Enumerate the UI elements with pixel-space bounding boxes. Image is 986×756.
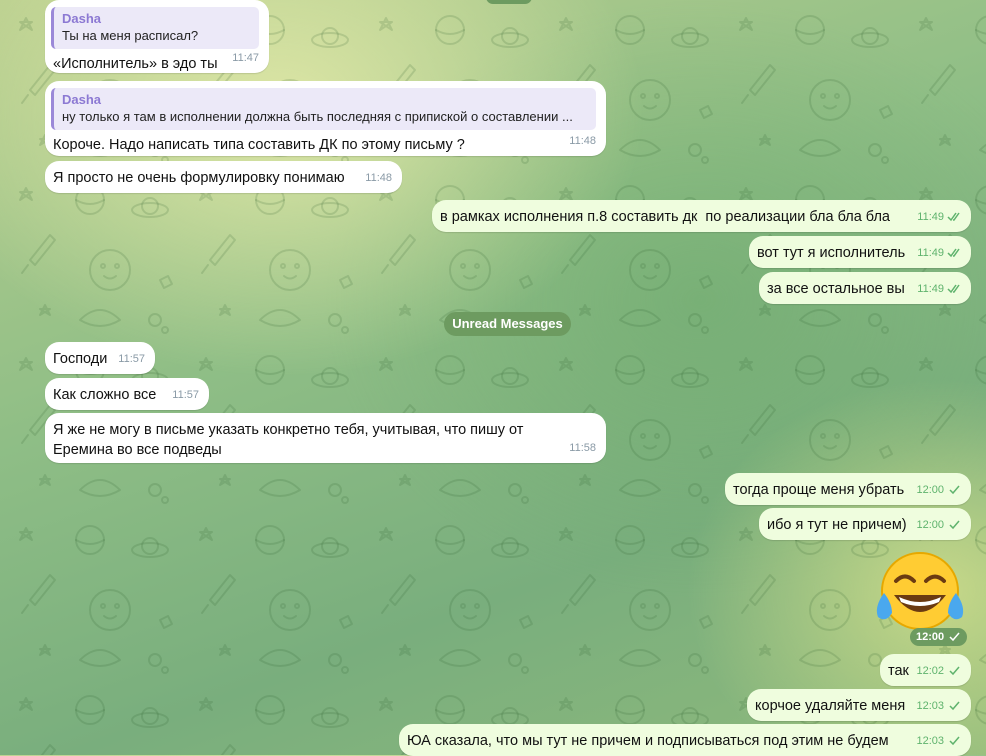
single-check-icon [949,485,960,495]
reply-author: Dasha [62,11,102,26]
message-text: «Исполнитель» в эдо ты [53,56,218,72]
message-time: 12:02 [916,665,944,677]
message-time: 11:57 [118,353,145,365]
reply-quote[interactable]: Dasha ну только я там в исполнении должн… [51,88,596,130]
double-check-icon [947,212,960,222]
message-text: ЮА сказала, что мы тут не причем и подпи… [407,733,889,749]
message-bubble[interactable]: в рамках исполнения п.8 составить дк по … [432,200,971,232]
message-time: 12:03 [916,735,944,747]
emoji-message-time: 12:00 [910,628,968,646]
reply-author: Dasha [62,92,102,107]
message-time: 11:49 [917,283,944,295]
reply-text: ну только я там в исполнении должна быть… [62,109,573,124]
message-text: Я же не могу в письме указать конкретно … [53,422,524,458]
single-check-icon [949,632,960,642]
single-check-icon [949,701,960,711]
message-time: 11:49 [917,211,944,223]
message-bubble[interactable]: корчое удаляйте меня 12:03 [747,689,971,721]
message-bubble[interactable]: вот тут я исполнитель 11:49 [749,236,971,268]
reply-quote[interactable]: Dasha Ты на меня расписал? [51,7,259,49]
reply-text: Ты на меня расписал? [62,28,199,43]
message-bubble[interactable]: за все остальное вы 11:49 [759,272,971,304]
face-with-tears-of-joy-emoji [876,552,964,630]
message-bubble[interactable]: тогда проще меня убрать 12:00 [725,473,971,505]
message-time: 11:58 [569,442,596,454]
message-time: 11:57 [172,389,199,401]
message-text: Короче. Надо написать типа составить ДК … [53,137,465,153]
message-bubble[interactable]: Dasha ну только я там в исполнении должн… [45,81,606,156]
date-pill [486,0,532,4]
single-check-icon [949,736,960,746]
unread-messages-divider: Unread Messages [444,312,571,336]
message-bubble[interactable]: Господи 11:57 [45,342,155,374]
message-time: 11:49 [917,247,944,259]
message-bubble[interactable]: ибо я тут не причем) 12:00 [759,508,971,540]
double-check-icon [947,284,960,294]
message-text: в рамках исполнения п.8 составить дк по … [440,209,890,225]
double-check-icon [947,248,960,258]
message-time: 12:00 [916,519,944,531]
single-check-icon [949,666,960,676]
message-time: 11:48 [569,135,596,147]
message-bubble[interactable]: ЮА сказала, что мы тут не причем и подпи… [399,724,971,756]
message-bubble[interactable]: так 12:02 [880,654,971,686]
message-time: 12:00 [916,631,945,643]
message-time: 11:47 [232,52,259,64]
single-check-icon [949,520,960,530]
message-bubble[interactable]: Dasha Ты на меня расписал? «Исполнитель»… [45,0,269,73]
message-bubble[interactable]: Я просто не очень формулировку понимаю 1… [45,161,402,193]
message-time: 11:48 [365,172,392,184]
message-bubble[interactable]: Я же не могу в письме указать конкретно … [45,413,606,463]
message-text: Я просто не очень формулировку понимаю [53,170,345,186]
message-bubble[interactable]: Как сложно все 11:57 [45,378,209,410]
message-time: 12:00 [916,484,944,496]
message-time: 12:03 [916,700,944,712]
